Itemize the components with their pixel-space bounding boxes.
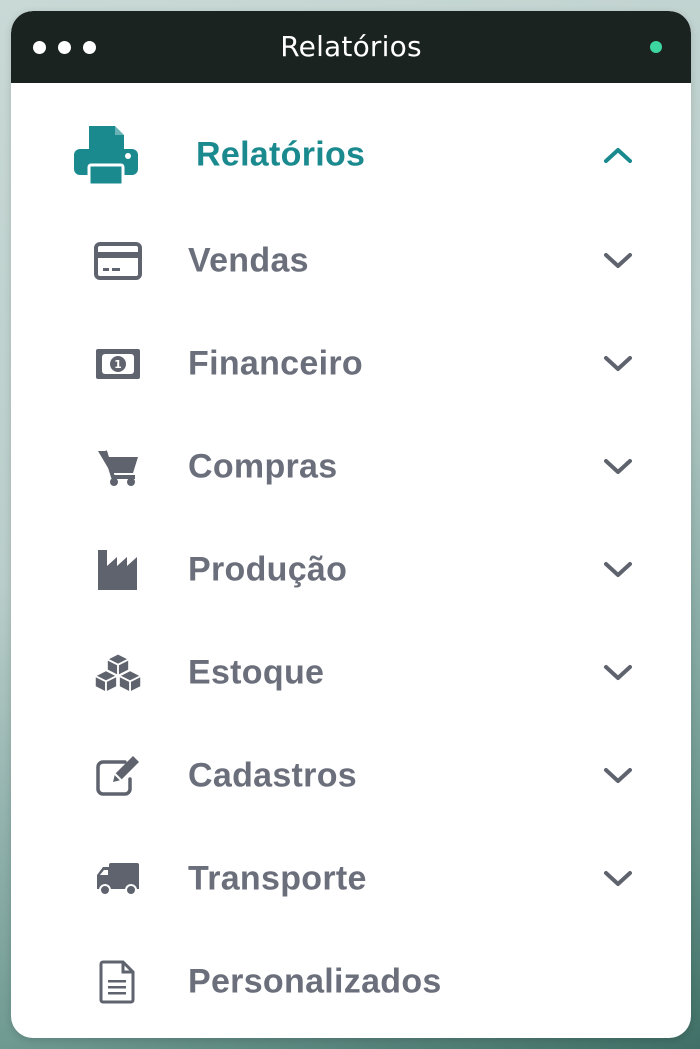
chevron-down-icon[interactable] bbox=[603, 663, 633, 683]
menu-item-compras[interactable]: Compras bbox=[11, 417, 691, 517]
menu-header-label: Relatórios bbox=[196, 135, 366, 174]
status-indicator bbox=[650, 41, 662, 53]
file-text-icon bbox=[93, 959, 143, 1005]
printer-icon bbox=[71, 123, 141, 187]
edit-icon bbox=[93, 753, 143, 799]
menu-item-producao[interactable]: Produção bbox=[11, 520, 691, 620]
menu-item-personalizados[interactable]: Personalizados bbox=[11, 932, 691, 1032]
chevron-down-icon[interactable] bbox=[603, 560, 633, 580]
chevron-down-icon[interactable] bbox=[603, 869, 633, 889]
menu-item-label: Compras bbox=[188, 447, 338, 486]
menu-item-estoque[interactable]: Estoque bbox=[11, 623, 691, 723]
shopping-cart-icon bbox=[93, 444, 143, 490]
credit-card-icon bbox=[93, 238, 143, 284]
menu-item-label: Transporte bbox=[188, 859, 367, 898]
menu-item-label: Financeiro bbox=[188, 344, 363, 383]
menu-item-label: Personalizados bbox=[188, 962, 442, 1001]
chevron-up-icon[interactable] bbox=[603, 145, 633, 165]
menu-item-cadastros[interactable]: Cadastros bbox=[11, 726, 691, 826]
money-bill-icon: 1 bbox=[93, 341, 143, 387]
menu-item-label: Cadastros bbox=[188, 756, 357, 795]
truck-icon bbox=[93, 856, 143, 902]
chevron-down-icon[interactable] bbox=[603, 251, 633, 271]
menu-item-label: Produção bbox=[188, 550, 348, 589]
menu-header-relatorios[interactable]: Relatórios bbox=[11, 105, 691, 205]
menu-item-vendas[interactable]: Vendas bbox=[11, 211, 691, 311]
svg-text:1: 1 bbox=[114, 358, 122, 371]
menu-item-label: Estoque bbox=[188, 653, 325, 692]
title-bar: Relatórios bbox=[11, 11, 691, 83]
app-window: Relatórios Relatórios Vendas 1 Financeir… bbox=[11, 11, 691, 1038]
chevron-down-icon[interactable] bbox=[603, 457, 633, 477]
chevron-down-icon[interactable] bbox=[603, 766, 633, 786]
menu-item-transporte[interactable]: Transporte bbox=[11, 829, 691, 929]
chevron-down-icon[interactable] bbox=[603, 354, 633, 374]
menu-item-label: Vendas bbox=[188, 241, 309, 280]
menu-item-financeiro[interactable]: 1 Financeiro bbox=[11, 314, 691, 414]
window-title: Relatórios bbox=[280, 30, 422, 63]
industry-icon bbox=[93, 547, 143, 593]
cubes-icon bbox=[93, 650, 143, 696]
